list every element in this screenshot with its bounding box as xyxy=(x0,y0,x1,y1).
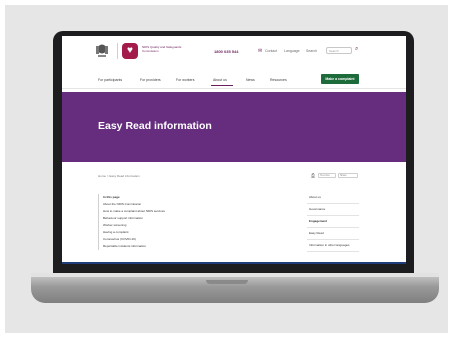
share-control[interactable]: Share xyxy=(338,173,358,178)
nav-item-workers[interactable]: For workers xyxy=(176,78,194,82)
nav-active-indicator xyxy=(211,85,233,86)
search-input[interactable]: Search xyxy=(326,47,352,54)
laptop-base xyxy=(31,273,439,303)
contents-heading: In this page xyxy=(103,195,120,199)
nav-item-about-us[interactable]: About us xyxy=(213,78,227,82)
side-nav-item-languages[interactable]: Information in other languages xyxy=(307,240,359,252)
side-nav-item-engagement[interactable]: Engagement xyxy=(307,216,359,228)
print-icon[interactable]: ⎙ xyxy=(311,173,315,179)
make-complaint-button[interactable]: Make a complaint xyxy=(321,74,359,84)
side-navigation: About us Governance Engagement Easy Read… xyxy=(307,192,359,252)
logo-divider xyxy=(117,43,118,59)
side-nav-item-governance[interactable]: Governance xyxy=(307,204,359,216)
side-nav-item-easy-read[interactable]: Easy Read xyxy=(307,228,359,240)
contents-link[interactable]: About the NDIS Commission xyxy=(103,201,211,208)
breadcrumb[interactable]: Home > Easy Read information xyxy=(98,174,140,178)
side-nav-item-about[interactable]: About us xyxy=(307,192,359,204)
utility-link-contact[interactable]: Contact xyxy=(265,49,277,53)
nav-item-providers[interactable]: For providers xyxy=(140,78,161,82)
utility-link-search[interactable]: Search xyxy=(306,49,317,53)
nav-item-participants[interactable]: For participants xyxy=(98,78,122,82)
nav-divider xyxy=(62,88,406,89)
laptop-screen: ♥ NDIS Quality and Safeguards Commission… xyxy=(62,36,406,264)
nav-item-resources[interactable]: Resources xyxy=(270,78,287,82)
text-size-control[interactable]: Text size xyxy=(318,173,336,178)
contents-link[interactable]: Reportable incidents information xyxy=(103,243,211,250)
page-title: Easy Read information xyxy=(98,120,212,132)
contents-link[interactable]: Having a complaint xyxy=(103,229,211,236)
phone-number[interactable]: 1800 035 544 xyxy=(214,49,238,54)
contents-link[interactable]: Behaviour support information xyxy=(103,215,211,222)
search-icon[interactable]: ⌕ xyxy=(355,46,358,53)
nav-item-news[interactable]: News xyxy=(246,78,255,82)
contents-link[interactable]: Coronavirus (COVID-19) xyxy=(103,236,211,243)
commission-logo-text[interactable]: NDIS Quality and Safeguards Commission xyxy=(142,45,188,53)
contents-link[interactable]: Worker screening xyxy=(103,222,211,229)
coat-of-arms-logo[interactable] xyxy=(92,42,112,60)
laptop-base-rim xyxy=(31,273,439,277)
screen-bottom-strip xyxy=(62,262,406,264)
chat-icon[interactable]: ✉ xyxy=(258,48,262,54)
commission-logo-icon[interactable]: ♥ xyxy=(122,43,138,59)
laptop-notch xyxy=(206,280,248,284)
contents-link[interactable]: How to make a complaint about NDIS servi… xyxy=(103,208,211,215)
utility-link-language[interactable]: Language xyxy=(284,49,300,53)
contents-list: In this page About the NDIS Commission H… xyxy=(98,194,211,250)
